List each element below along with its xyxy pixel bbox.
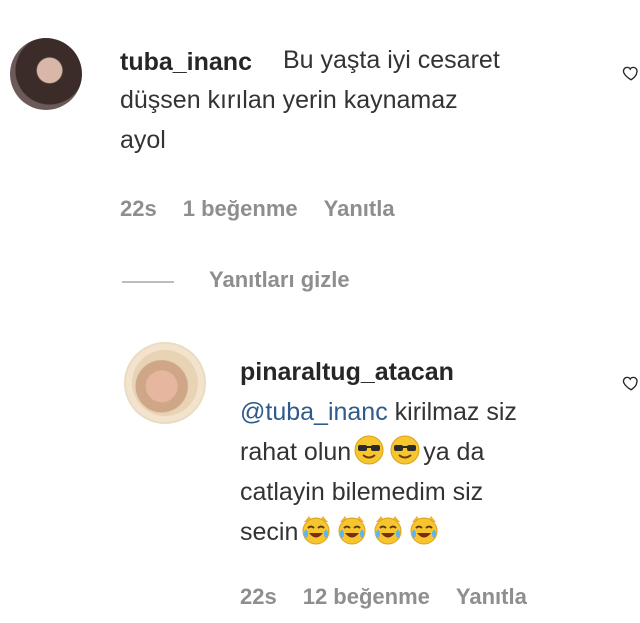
sunglasses-emoji-icon <box>390 435 420 465</box>
comment-meta: 22s 1 beğenme Yanıtla <box>120 196 395 222</box>
reply-username[interactable]: pinaraltug_atacan <box>240 358 454 387</box>
reply-time: 22s <box>240 584 277 609</box>
reply-text-line2a: rahat olun <box>240 438 352 466</box>
cat-tears-emoji-icon <box>374 516 402 545</box>
comment-time: 22s <box>120 196 157 221</box>
cat-tears-emoji-icon <box>338 516 366 545</box>
heart-outline-icon[interactable] <box>622 374 640 392</box>
reply-text-line2b: ya da <box>423 438 485 466</box>
comment-text: Bu yaşta iyi cesaret <box>283 40 500 80</box>
reply-text-line4-word: secin <box>240 518 299 546</box>
avatar[interactable] <box>10 38 82 110</box>
comment-text-line3: ayol <box>120 126 166 154</box>
sunglasses-emoji-icon <box>354 435 384 465</box>
comment-username[interactable]: tuba_inanc <box>120 48 252 77</box>
reply-reply-button[interactable]: Yanıtla <box>456 584 527 610</box>
mention-link[interactable]: @tuba_inanc <box>240 398 388 426</box>
reply-avatar[interactable] <box>124 342 206 424</box>
reply-text-line4: secin <box>240 512 442 552</box>
reply-text-line2: rahat olun ya da <box>240 432 484 472</box>
reply-meta: 22s 12 beğenme Yanıtla <box>240 584 527 610</box>
cat-tears-emoji-icon <box>410 516 438 545</box>
heart-outline-icon[interactable] <box>622 64 640 82</box>
reply-avatar-image <box>132 350 198 416</box>
comment-reply-button[interactable]: Yanıtla <box>324 196 395 222</box>
cat-tears-emoji-icon <box>302 516 330 545</box>
replies-divider <box>122 281 174 283</box>
comment-likes[interactable]: 1 beğenme <box>183 196 298 222</box>
reply-text-line3: catlayin bilemedim siz <box>240 478 484 506</box>
reply-likes[interactable]: 12 beğenme <box>303 584 430 610</box>
reply-text-line1: @tuba_inanc kirilmaz siz <box>240 392 517 432</box>
comment-text-line2: düşsen kırılan yerin kaynamaz <box>120 86 458 114</box>
hide-replies-button[interactable]: Yanıtları gizle <box>209 267 350 293</box>
comment-text-line1: Bu yaşta iyi cesaret <box>283 46 500 74</box>
reply-text-line1-rest: kirilmaz siz <box>387 398 517 426</box>
